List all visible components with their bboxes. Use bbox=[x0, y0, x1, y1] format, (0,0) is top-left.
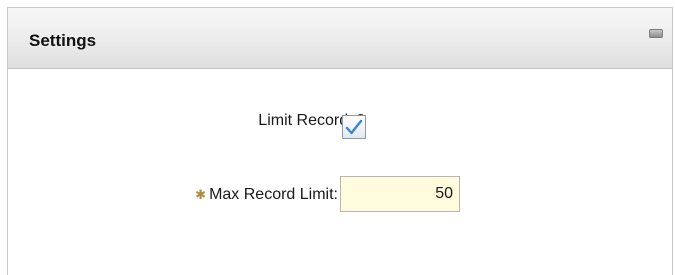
minimize-icon[interactable] bbox=[649, 29, 663, 38]
checkmark-icon bbox=[345, 119, 363, 135]
limit-records-checkbox[interactable] bbox=[342, 115, 366, 139]
max-record-limit-row: ✱ Max Record Limit: bbox=[0, 186, 338, 204]
limit-records-row: Limit Records? bbox=[0, 112, 365, 130]
panel-header: Settings bbox=[8, 8, 672, 69]
panel-title: Settings bbox=[29, 31, 97, 50]
required-star-icon: ✱ bbox=[195, 187, 207, 202]
max-record-limit-label: Max Record Limit: bbox=[209, 186, 338, 203]
max-record-limit-input[interactable] bbox=[340, 176, 460, 212]
settings-panel: Settings bbox=[7, 7, 673, 275]
